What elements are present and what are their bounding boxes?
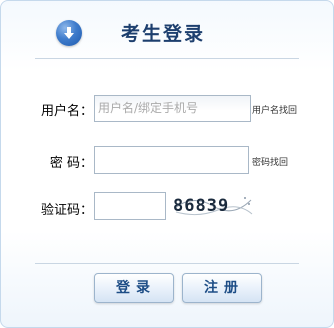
captcha-input[interactable]	[94, 192, 166, 220]
username-recover-link[interactable]: 用户名找回	[252, 103, 297, 116]
password-recover-link[interactable]: 密码找回	[252, 155, 288, 168]
password-input[interactable]	[94, 146, 249, 174]
bottom-divider	[35, 263, 299, 264]
top-divider	[35, 58, 299, 59]
login-panel: 考生登录 用户名： 用户名/绑定手机号 用户名找回 密 码： 密码找回 验证码：…	[0, 0, 334, 328]
login-button[interactable]: 登录	[94, 273, 174, 303]
page-title: 考生登录	[121, 23, 206, 45]
username-input[interactable]: 用户名/绑定手机号	[94, 95, 251, 122]
register-button[interactable]: 注册	[182, 273, 262, 303]
username-label: 用户名：	[40, 104, 93, 119]
download-arrow-icon	[56, 20, 82, 46]
captcha-label: 验证码：	[40, 203, 93, 218]
captcha-image[interactable]: 86839	[173, 190, 253, 220]
captcha-code: 86839	[173, 196, 229, 216]
password-label: 密 码：	[49, 156, 93, 171]
username-placeholder: 用户名/绑定手机号	[98, 101, 199, 115]
